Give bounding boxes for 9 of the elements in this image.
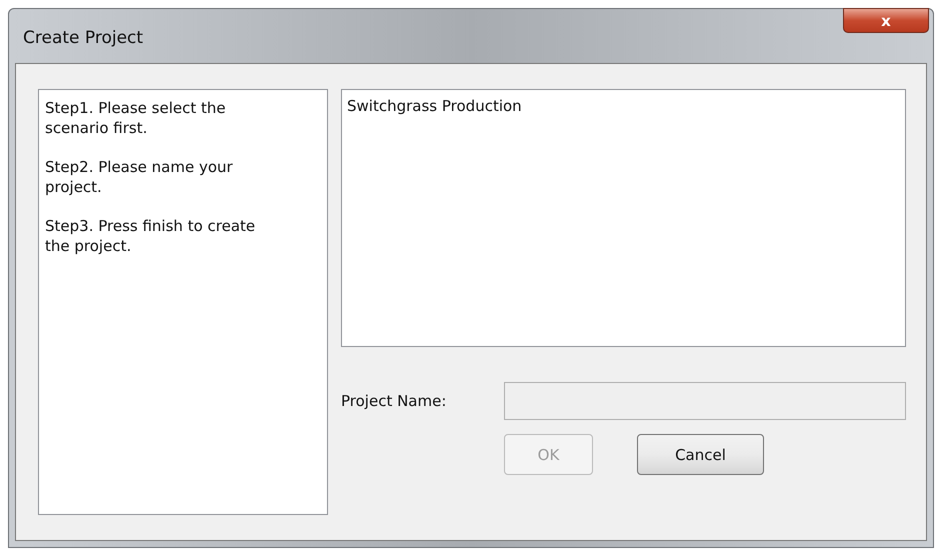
scenario-item[interactable]: Switchgrass Production — [345, 97, 524, 115]
window-title: Create Project — [23, 28, 144, 48]
instruction-text: Step1. Please select the scenario first. — [45, 98, 227, 138]
project-name-label: Project Name: — [341, 392, 448, 410]
close-button[interactable]: x — [843, 8, 929, 33]
instruction-text: Step2. Please name your project. — [45, 157, 234, 197]
scenario-list[interactable]: Switchgrass Production — [341, 89, 906, 347]
cancel-button[interactable]: Cancel — [637, 434, 764, 475]
instruction-text: Step3. Press finish to create the project. — [45, 216, 256, 256]
